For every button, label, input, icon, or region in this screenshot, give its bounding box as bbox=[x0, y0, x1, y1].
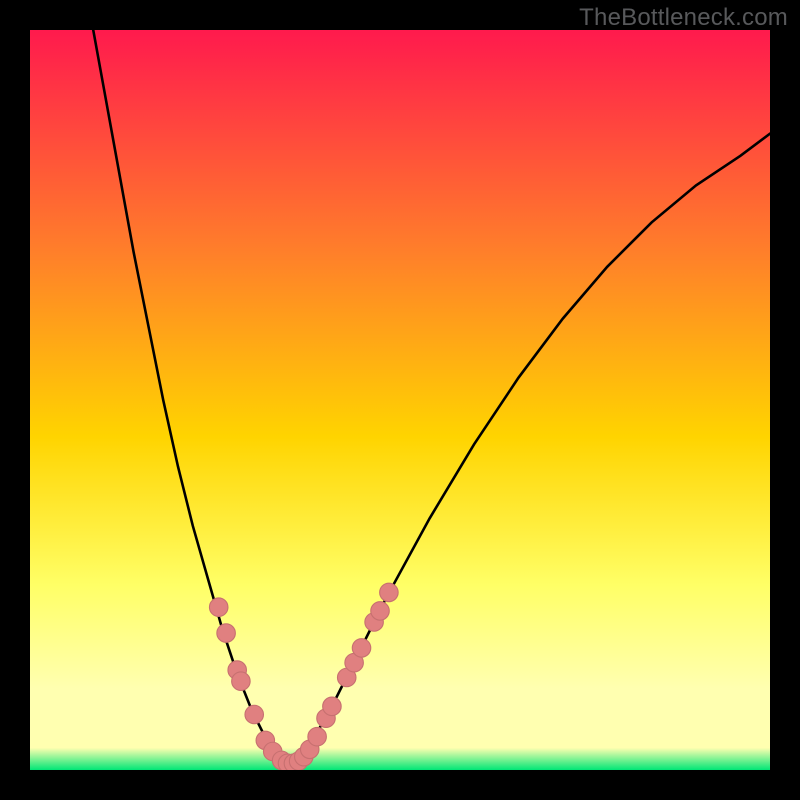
data-marker bbox=[371, 602, 390, 621]
outer-frame: TheBottleneck.com bbox=[0, 0, 800, 800]
data-markers bbox=[209, 583, 398, 770]
watermark-text: TheBottleneck.com bbox=[579, 4, 788, 32]
plot-area bbox=[30, 30, 770, 770]
data-marker bbox=[217, 624, 236, 643]
data-marker bbox=[232, 672, 251, 691]
data-marker bbox=[245, 705, 264, 724]
curve-left-branch bbox=[89, 30, 289, 764]
data-marker bbox=[380, 583, 399, 602]
data-marker bbox=[308, 727, 327, 746]
data-marker bbox=[209, 598, 228, 617]
data-marker bbox=[323, 697, 342, 716]
data-marker bbox=[352, 639, 371, 658]
bottleneck-curve bbox=[30, 30, 770, 770]
